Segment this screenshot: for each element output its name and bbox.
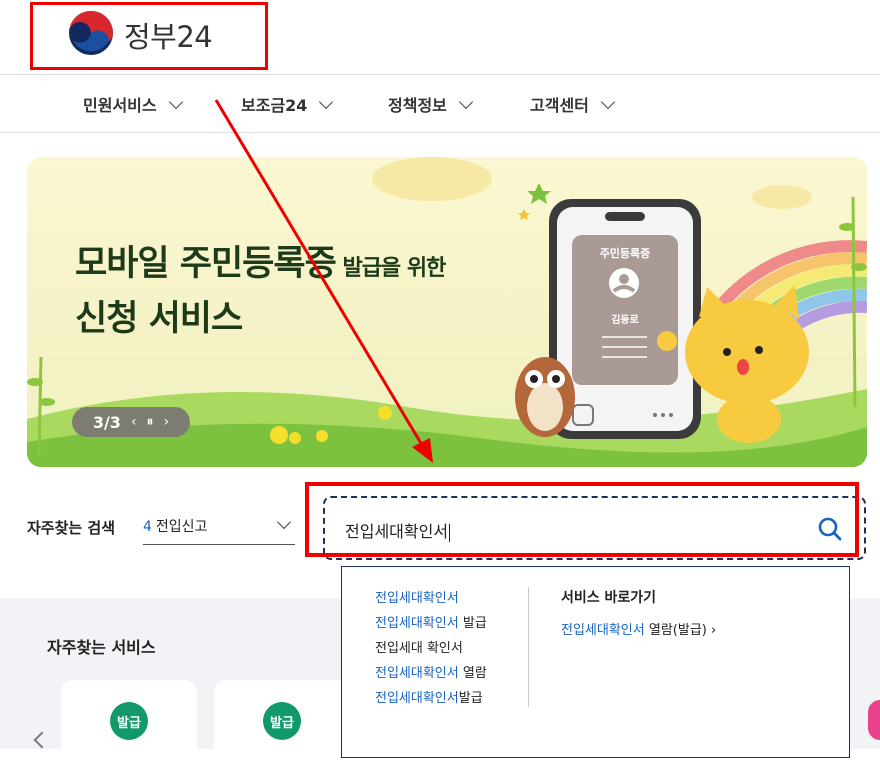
banner-headline: 모바일 주민등록증 발급을 위한 신청 서비스 bbox=[75, 239, 446, 344]
chevron-down-icon bbox=[168, 94, 183, 109]
favorite-rank: 4 bbox=[143, 519, 152, 535]
banner-title-line2: 신청 서비스 bbox=[75, 299, 243, 339]
suggestion-item[interactable]: 전입세대확인서발급 bbox=[375, 687, 483, 706]
favorite-search-select[interactable]: 4 전입신고 bbox=[143, 514, 295, 545]
nav-divider-bottom bbox=[0, 132, 880, 133]
id-card-name: 김동로 bbox=[611, 315, 639, 326]
chevron-down-icon bbox=[600, 94, 615, 109]
issue-badge: 발급 bbox=[263, 702, 301, 740]
service-shortcut-link[interactable]: 전입세대확인서 열람(발급) › bbox=[561, 619, 716, 638]
nav-label: 보조금24 bbox=[241, 96, 308, 115]
next-slide-icon[interactable]: › bbox=[164, 414, 170, 430]
pager-count: 3/3 bbox=[92, 412, 121, 432]
banner-pager[interactable]: 3/3 ‹ ⏸ › bbox=[72, 407, 190, 437]
nav-item-customer-center[interactable]: 고객센터 bbox=[530, 92, 615, 116]
suggestion-item[interactable]: 전입세대확인서 bbox=[375, 587, 459, 606]
banner-title-line1: 모바일 주민등록증 bbox=[75, 244, 337, 284]
chevron-down-icon bbox=[458, 94, 473, 109]
floating-side-button[interactable] bbox=[868, 700, 880, 740]
dropdown-divider bbox=[528, 587, 529, 707]
service-card[interactable]: 발급 bbox=[61, 680, 197, 760]
pause-icon[interactable]: ⏸ bbox=[147, 414, 154, 430]
banner-title-line1-small: 발급을 위한 bbox=[335, 256, 446, 281]
promo-banner[interactable]: 모바일 주민등록증 발급을 위한 신청 서비스 주민등록증 김동로 3/3 ‹ … bbox=[27, 157, 867, 467]
frequent-services-title: 자주찾는 서비스 bbox=[47, 638, 156, 657]
nav-label: 민원서비스 bbox=[83, 96, 157, 115]
nav-item-subsidy[interactable]: 보조금24 bbox=[241, 92, 334, 116]
service-shortcut-title: 서비스 바로가기 bbox=[561, 590, 657, 606]
site-logo-text[interactable]: 정부24 bbox=[124, 14, 213, 56]
id-card-title: 주민등록증 bbox=[599, 247, 651, 260]
service-card[interactable]: 발급 bbox=[214, 680, 350, 760]
government-logo-icon[interactable] bbox=[68, 10, 114, 56]
nav-divider-top bbox=[0, 74, 880, 75]
favorite-search-label: 자주찾는 검색 bbox=[27, 519, 116, 537]
nav-item-civil-service[interactable]: 민원서비스 bbox=[83, 92, 183, 116]
chevron-down-icon bbox=[276, 514, 292, 530]
chevron-right-icon: › bbox=[711, 623, 717, 638]
suggestion-item[interactable]: 전입세대 확인서 bbox=[375, 637, 463, 656]
suggestion-item[interactable]: 전입세대확인서 열람 bbox=[375, 662, 487, 681]
nav-label: 정책정보 bbox=[388, 96, 447, 115]
search-highlight-box bbox=[305, 482, 859, 557]
autocomplete-dropdown: 전입세대확인서 전입세대확인서 발급 전입세대 확인서 전입세대확인서 열람 전… bbox=[341, 566, 850, 758]
prev-slide-icon[interactable]: ‹ bbox=[131, 414, 137, 430]
issue-badge: 발급 bbox=[110, 702, 148, 740]
suggestion-item[interactable]: 전입세대확인서 발급 bbox=[375, 612, 487, 631]
favorite-keyword: 전입신고 bbox=[155, 519, 208, 535]
nav-label: 고객센터 bbox=[530, 96, 589, 115]
chevron-down-icon bbox=[319, 94, 334, 109]
nav-item-policy[interactable]: 정책정보 bbox=[388, 92, 473, 116]
